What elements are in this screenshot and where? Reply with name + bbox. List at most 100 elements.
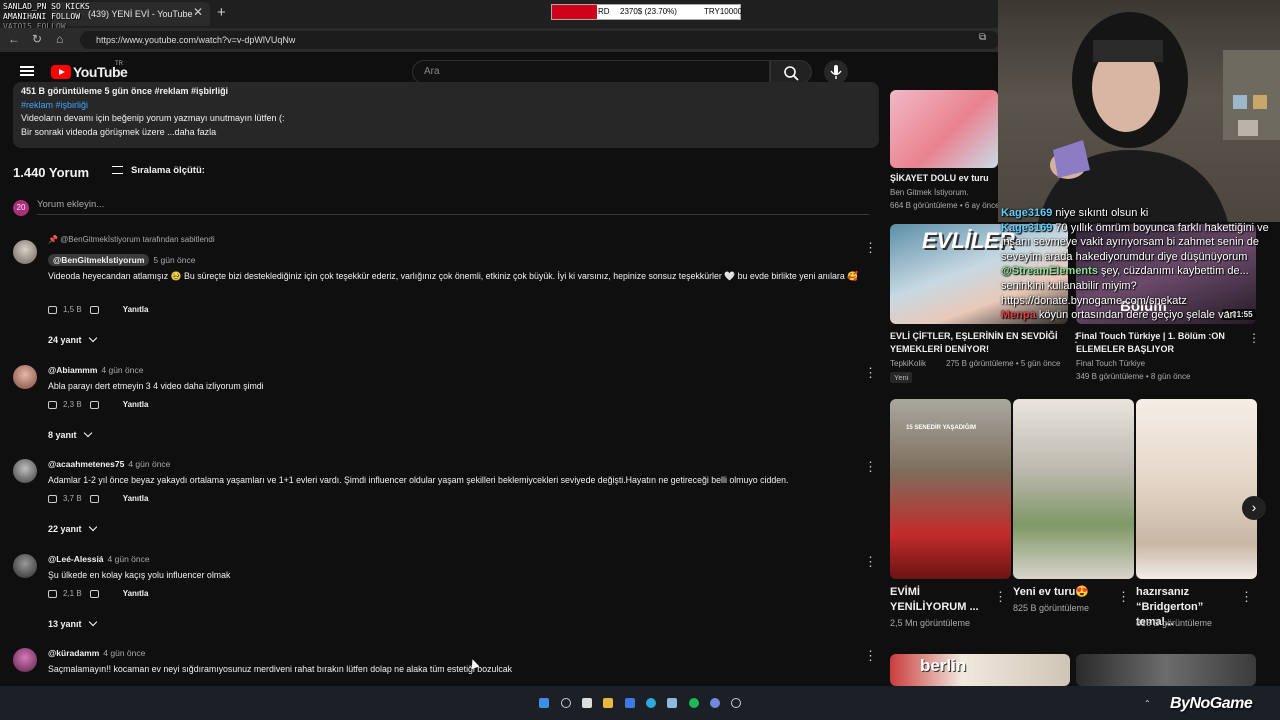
stream-chat-overlay: Kage3169 niye sıkıntı olsun ki Kage3169 … xyxy=(1001,206,1276,323)
windows-start-icon[interactable] xyxy=(539,698,549,708)
new-tab-icon[interactable]: + xyxy=(217,4,226,21)
close-tab-icon[interactable]: ✕ xyxy=(193,5,203,19)
short-thumbnail[interactable]: 15 SENEDİR YAŞADIĞIM xyxy=(890,399,1011,579)
video-channel[interactable]: TepkiKolik xyxy=(890,359,926,368)
my-avatar: 20 xyxy=(13,200,29,216)
like-icon[interactable] xyxy=(48,494,57,503)
reply-button[interactable]: Yanıtla xyxy=(123,589,149,598)
video-channel[interactable]: Ben Gitmek İstiyorum. xyxy=(890,188,969,197)
browser-icon[interactable] xyxy=(646,698,656,708)
more-options-icon[interactable]: ⋮ xyxy=(1240,589,1253,605)
replies-toggle[interactable]: 8 yanıt xyxy=(48,428,92,440)
more-options-icon[interactable]: ⋮ xyxy=(864,648,877,664)
chat-message: Kage3169 70 yıllık ömrüm boyunca farklı … xyxy=(1001,221,1269,263)
video-title[interactable]: Final Touch Türkiye | 1. Bölüm :ON ELEME… xyxy=(1076,330,1246,356)
dislike-icon[interactable] xyxy=(89,494,99,503)
more-options-icon[interactable]: ⋮ xyxy=(864,554,877,570)
more-options-icon[interactable]: ⋮ xyxy=(864,459,877,475)
more-options-icon[interactable]: ⋮ xyxy=(1248,331,1260,345)
avatar[interactable] xyxy=(13,554,37,578)
avatar[interactable] xyxy=(13,240,37,264)
dislike-icon[interactable] xyxy=(89,589,99,598)
reply-button[interactable]: Yanıtla xyxy=(123,400,149,409)
video-thumbnail[interactable] xyxy=(890,90,998,168)
reply-button[interactable]: Yanıtla xyxy=(123,305,149,314)
dislike-icon[interactable] xyxy=(89,305,99,314)
mail-icon[interactable] xyxy=(625,698,635,708)
sort-button[interactable]: Sıralama ölçütü: xyxy=(112,165,205,176)
comment-actions: 1,5 B Yanıtla xyxy=(48,305,148,314)
reply-button[interactable]: Yanıtla xyxy=(123,494,149,503)
short-thumbnail[interactable] xyxy=(1136,399,1257,579)
avatar[interactable] xyxy=(13,648,37,672)
dislike-icon[interactable] xyxy=(89,400,99,409)
menu-icon[interactable] xyxy=(20,66,34,76)
tray-chevron-icon[interactable]: ⌃ xyxy=(1144,699,1151,708)
back-icon[interactable]: ← xyxy=(8,32,20,46)
video-title[interactable]: EVLİ ÇİFTLER, EŞLERİNİN EN SEVDİĞİ YEMEK… xyxy=(890,330,1065,356)
short-thumbnail[interactable] xyxy=(1013,399,1134,579)
voice-search-button[interactable] xyxy=(824,60,848,84)
next-arrow-icon[interactable]: › xyxy=(1242,496,1266,520)
video-meta: 275 B görüntüleme • 5 gün önce xyxy=(946,359,1061,368)
short-views: 816 B görüntüleme xyxy=(1136,618,1213,628)
add-comment-input[interactable]: Yorum ekleyin... xyxy=(37,199,869,215)
search-button[interactable] xyxy=(770,60,812,84)
file-explorer-icon[interactable] xyxy=(603,698,613,708)
comment-author[interactable]: @Abiammm 4 gün önce xyxy=(48,365,143,375)
more-options-icon[interactable]: ⋮ xyxy=(1117,589,1130,605)
home-icon[interactable]: ⌂ xyxy=(56,32,63,46)
comment-thread: @Abiammm 4 gün önce Abla parayı dert etme… xyxy=(13,365,879,465)
replies-toggle[interactable]: 13 yanıt xyxy=(48,617,97,629)
video-thumbnail[interactable]: berlin xyxy=(890,654,1070,686)
video-channel[interactable]: Final Touch Türkiye xyxy=(1076,359,1145,368)
pinned-label: 📌 @BenGitmekİstiyorum tarafından sabitle… xyxy=(48,235,215,244)
short-title[interactable]: Yeni ev turu😍 xyxy=(1013,585,1118,600)
settings-icon[interactable] xyxy=(731,698,741,708)
like-icon[interactable] xyxy=(48,589,57,598)
comment-author[interactable]: @Leé-Alessiá 4 gün önce xyxy=(48,554,150,564)
like-icon[interactable] xyxy=(48,400,57,409)
video-thumbnail[interactable] xyxy=(1076,654,1256,686)
video-title[interactable]: ŞİKAYET DOLU ev turu xyxy=(890,172,998,185)
url-field[interactable]: https://www.youtube.com/watch?v=v-dpWlVU… xyxy=(80,31,1000,49)
more-options-icon[interactable]: ⋮ xyxy=(864,240,877,256)
system-tray[interactable]: ⌃ xyxy=(1144,699,1151,708)
avatar[interactable] xyxy=(13,459,37,483)
comment-thread: @Leé-Alessiá 4 gün önce Şu ülkede en kola… xyxy=(13,554,879,654)
short-views: 2,5 Mn görüntüleme xyxy=(890,618,971,628)
avatar[interactable] xyxy=(13,365,37,389)
task-view-icon[interactable] xyxy=(582,698,592,708)
video-description[interactable]: 451 B görüntüleme 5 gün önce #reklam #iş… xyxy=(13,82,879,148)
chevron-down-icon xyxy=(88,617,97,627)
spotify-icon[interactable] xyxy=(689,698,699,708)
replies-toggle[interactable]: 22 yanıt xyxy=(48,522,97,534)
comment-actions: 2,3 B Yanıtla xyxy=(48,400,148,409)
replies-toggle[interactable]: 24 yanıt xyxy=(48,333,97,345)
video-meta: 349 B görüntüleme • 8 gün önce xyxy=(1076,372,1191,381)
discord-icon[interactable] xyxy=(710,698,720,708)
chat-message: Kage3169 niye sıkıntı olsun ki xyxy=(1001,207,1149,219)
steam-icon[interactable] xyxy=(667,698,677,708)
pin-icon: 📌 xyxy=(48,235,61,244)
comment-text: Adamlar 1-2 yıl önce beyaz yakaydı ortal… xyxy=(48,475,789,485)
youtube-logo-icon[interactable] xyxy=(51,65,71,79)
comment-actions: 2,1 B Yanıtla xyxy=(48,589,148,598)
reload-icon[interactable]: ↻ xyxy=(32,32,42,46)
description-tags[interactable]: #reklam #işbirliği xyxy=(21,99,871,113)
bynogame-watermark: ByNoGame xyxy=(1170,695,1253,712)
like-icon[interactable] xyxy=(48,305,57,314)
comment-author[interactable]: @BenGitmekİstiyorum 5 gün önce xyxy=(48,254,196,266)
donation-goal-bar: RD 2370$ (23.70%) TRY10000 xyxy=(551,4,742,20)
more-options-icon[interactable]: ⋮ xyxy=(994,589,1007,605)
more-options-icon[interactable]: ⋮ xyxy=(864,365,877,381)
comment-author[interactable]: @küradamm 4 gün önce xyxy=(48,648,145,658)
short-views: 825 B görüntüleme xyxy=(1013,603,1090,613)
search-input[interactable]: Ara xyxy=(412,60,770,84)
search-icon[interactable] xyxy=(561,698,571,708)
short-title[interactable]: EVİMİ YENİLİYORUM ... xyxy=(890,585,990,615)
comment-author[interactable]: @acaahmetenes75 4 gün önce xyxy=(48,459,170,469)
new-badge: Yeni xyxy=(890,372,913,383)
comment-text: Şu ülkede en kolay kaçış yolu influencer… xyxy=(48,570,231,580)
extension-icon[interactable]: ⧉ xyxy=(979,32,986,43)
